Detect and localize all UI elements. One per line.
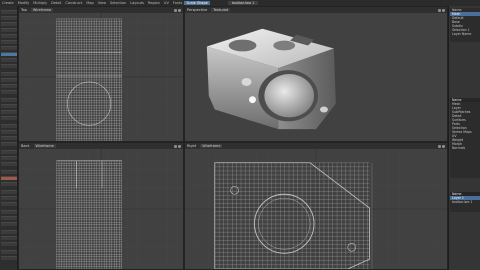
viewport-right[interactable]: Right Wireframe (184, 142, 448, 270)
tool-button[interactable] (1, 250, 17, 254)
tool-button[interactable] (1, 236, 17, 240)
perspective-canvas[interactable] (185, 13, 447, 141)
menu-item[interactable]: Scale Shape (184, 1, 210, 5)
menu-item[interactable]: Multiply (31, 1, 49, 5)
back-wireframe (19, 149, 183, 269)
view-mode-select[interactable]: Wireframe (200, 144, 223, 148)
right-wireframe (185, 149, 447, 269)
document-tab[interactable]: toolbar.lwo 1 (227, 1, 259, 5)
viewport-back[interactable]: Back Wireframe (18, 142, 184, 270)
model-top-slot (228, 39, 257, 52)
tool-button[interactable] (1, 176, 17, 180)
menu-item[interactable]: Selection (108, 1, 128, 5)
tool-button[interactable] (1, 84, 17, 88)
pan-icon[interactable] (178, 8, 181, 12)
properties-list: Name Mesh Default Base Subdiv Selection 1 Laye… (450, 8, 480, 42)
tool-button[interactable] (1, 22, 17, 26)
wireframe-canvas[interactable] (19, 13, 183, 141)
tool-button[interactable] (1, 104, 17, 108)
tool-button[interactable] (1, 28, 17, 32)
viewport-perspective[interactable]: Perspective Textured (184, 6, 448, 142)
tool-button[interactable] (1, 136, 17, 140)
tool-button[interactable] (1, 162, 17, 166)
tool-button[interactable] (1, 150, 17, 154)
tool-button[interactable] (1, 196, 17, 200)
panel-list-item[interactable]: toolbar.lwo 1 (450, 200, 480, 204)
model-small-hole (241, 77, 252, 86)
menu-item[interactable]: Modify (16, 1, 32, 5)
view-mode-select[interactable]: Wireframe (33, 144, 56, 148)
menu-item[interactable]: Detail (49, 1, 63, 5)
tool-button[interactable] (1, 34, 17, 38)
tool-button[interactable] (1, 10, 17, 14)
pan-icon[interactable] (178, 144, 181, 148)
wireframe-canvas[interactable] (19, 149, 183, 269)
tool-button[interactable] (1, 78, 17, 82)
maximize-icon[interactable] (438, 8, 441, 12)
items-list: Name Mesh Layer SubPatches Detail Surfaces Pa… (450, 98, 480, 178)
tool-button[interactable] (1, 58, 17, 62)
layers-list: Name Layer 1 toolbar.lwo 1 (450, 192, 480, 212)
viewport-label[interactable]: Top (21, 8, 27, 12)
model-bore (264, 74, 315, 118)
viewport-label[interactable]: Back (21, 144, 30, 148)
top-wireframe (19, 13, 183, 141)
tool-button[interactable] (1, 46, 17, 50)
tool-button[interactable] (1, 210, 17, 214)
tool-button[interactable] (1, 216, 17, 220)
rotate-icon[interactable] (442, 8, 445, 12)
tool-button[interactable] (1, 230, 17, 234)
panel-list-item[interactable]: Normals (450, 146, 480, 150)
tool-button[interactable] (1, 242, 17, 246)
menu-item[interactable]: Region (146, 1, 162, 5)
viewport-top[interactable]: Top Wireframe (18, 6, 184, 142)
panel-list-item[interactable]: Layer Name (450, 32, 480, 36)
tool-button[interactable] (1, 52, 17, 56)
tool-button[interactable] (1, 98, 17, 102)
model-small-hole (319, 106, 328, 113)
menu-item[interactable]: Map (84, 1, 95, 5)
tool-button[interactable] (1, 16, 17, 20)
left-toolbar (0, 6, 18, 270)
maximize-icon[interactable] (174, 144, 177, 148)
tool-button[interactable] (1, 40, 17, 44)
view-mode-select[interactable]: Wireframe (30, 8, 54, 12)
wireframe-canvas[interactable] (185, 149, 447, 269)
tool-button[interactable] (1, 116, 17, 120)
viewport-label[interactable]: Perspective (187, 8, 207, 12)
tool-button[interactable] (1, 142, 17, 146)
tool-button[interactable] (1, 182, 17, 186)
model-highlight (249, 96, 256, 104)
tool-button[interactable] (1, 256, 17, 260)
menu-item[interactable]: Create (0, 1, 16, 5)
viewport-label[interactable]: Right (187, 144, 196, 148)
view-mode-select[interactable]: Textured (211, 8, 231, 12)
tool-button[interactable] (1, 222, 17, 226)
tool-button[interactable] (1, 110, 17, 114)
tool-button[interactable] (1, 190, 17, 194)
menu-item[interactable]: Fonts (171, 1, 184, 5)
tool-button[interactable] (1, 202, 17, 206)
menu-item[interactable]: UV (162, 1, 171, 5)
tool-button[interactable] (1, 170, 17, 174)
tool-button[interactable] (1, 90, 17, 94)
tool-button[interactable] (1, 64, 17, 68)
tool-button[interactable] (1, 130, 17, 134)
tool-button[interactable] (1, 124, 17, 128)
shaded-model (206, 28, 336, 130)
tool-button[interactable] (1, 156, 17, 160)
properties-panel: Name Mesh Default Base Subdiv Selection 1 Laye… (448, 6, 480, 270)
pan-icon[interactable] (442, 144, 445, 148)
maximize-icon[interactable] (438, 144, 441, 148)
menu-item[interactable]: View (96, 1, 108, 5)
tool-button[interactable] (1, 72, 17, 76)
menu-item[interactable]: Layouts (128, 1, 146, 5)
model-top-slot (273, 40, 296, 51)
maximize-icon[interactable] (174, 8, 177, 12)
menu-item[interactable]: Construct (63, 1, 84, 5)
